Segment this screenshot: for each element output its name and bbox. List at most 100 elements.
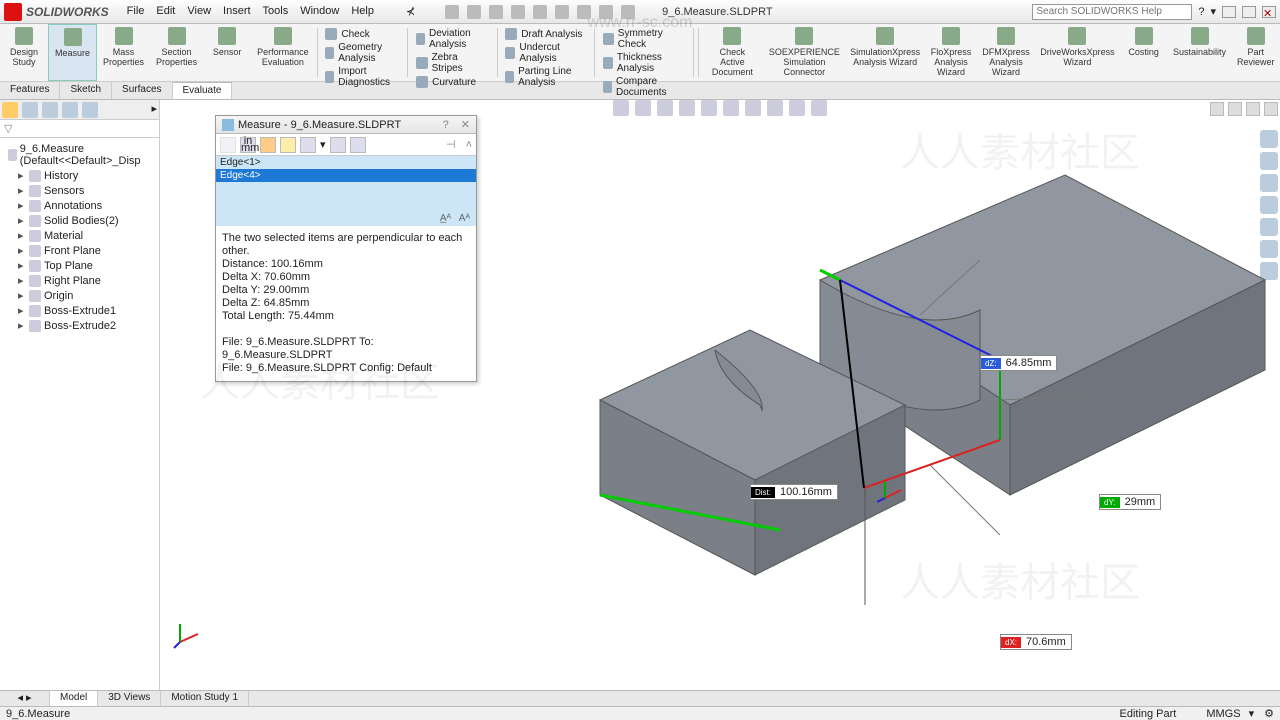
- tree-item[interactable]: ▸Right Plane: [2, 273, 157, 288]
- ribbon-icon: [505, 71, 514, 83]
- ribbon-costing-button[interactable]: Costing: [1120, 24, 1168, 81]
- ribbon-geometry-analysis-button[interactable]: Geometry Analysis: [325, 42, 399, 64]
- ribbon-parting-line-analysis-button[interactable]: Parting Line Analysis: [505, 66, 586, 88]
- tree-item[interactable]: ▸Sensors: [2, 183, 157, 198]
- panel-expand-icon[interactable]: ▸: [151, 102, 157, 117]
- help-icon[interactable]: ?: [1198, 6, 1204, 18]
- ribbon-dfmxpress-button[interactable]: DFMXpressAnalysisWizard: [977, 24, 1035, 81]
- selection-item[interactable]: Edge<4>: [216, 169, 476, 182]
- tree-item[interactable]: ▸Boss-Extrude1: [2, 303, 157, 318]
- pin-icon[interactable]: ⊣: [446, 138, 456, 151]
- ribbon-part-button[interactable]: PartReviewer: [1231, 24, 1280, 81]
- tab-motion-study[interactable]: Motion Study 1: [161, 691, 249, 706]
- tab-evaluate[interactable]: Evaluate: [173, 82, 233, 99]
- menu-window[interactable]: Window: [300, 5, 339, 18]
- ribbon-icon: [603, 57, 613, 69]
- xyz-icon[interactable]: [260, 137, 276, 153]
- home-icon[interactable]: [445, 5, 459, 19]
- tree-item[interactable]: ▸Annotations: [2, 198, 157, 213]
- history-icon[interactable]: [330, 137, 346, 153]
- status-gear-icon[interactable]: ⚙: [1264, 707, 1274, 720]
- arc-option-icon[interactable]: [220, 137, 236, 153]
- tab-surfaces[interactable]: Surfaces: [112, 82, 172, 99]
- tree-root[interactable]: 9_6.Measure (Default<<Default>_Disp: [2, 142, 157, 168]
- result-line: The two selected items are perpendicular…: [222, 232, 470, 258]
- measure-dialog-titlebar[interactable]: Measure - 9_6.Measure.SLDPRT ? ✕: [216, 116, 476, 134]
- ribbon-icon: [115, 27, 133, 45]
- ribbon-sensor-button[interactable]: Sensor: [203, 24, 251, 81]
- ribbon-section-button[interactable]: SectionProperties: [150, 24, 203, 81]
- menu-bar: File Edit View Insert Tools Window Help …: [127, 5, 416, 18]
- dimxpert-tab-icon[interactable]: [62, 102, 78, 118]
- close-button[interactable]: ✕: [1262, 6, 1276, 18]
- collapse-icon[interactable]: ˄: [466, 139, 472, 151]
- menu-insert[interactable]: Insert: [223, 5, 251, 18]
- menu-view[interactable]: View: [187, 5, 211, 18]
- ribbon-floxpress-button[interactable]: FloXpressAnalysisWizard: [925, 24, 977, 81]
- ribbon-check-button[interactable]: Check: [325, 28, 399, 40]
- menu-file[interactable]: File: [127, 5, 145, 18]
- open-icon[interactable]: [489, 5, 503, 19]
- dialog-close-icon[interactable]: ✕: [461, 118, 470, 131]
- ribbon-thickness-analysis-button[interactable]: Thickness Analysis: [603, 52, 685, 74]
- ribbon-driveworksxpress-button[interactable]: DriveWorksXpressWizard: [1035, 24, 1120, 81]
- ribbon-compare-documents-button[interactable]: Compare Documents: [603, 76, 685, 98]
- menu-help[interactable]: Help: [351, 5, 374, 18]
- sensor-create-icon[interactable]: [350, 137, 366, 153]
- ribbon-deviation-analysis-button[interactable]: Deviation Analysis: [416, 28, 488, 50]
- tab-scroll-icon[interactable]: ◂ ▸: [0, 691, 50, 706]
- undo-icon[interactable]: [555, 5, 569, 19]
- new-icon[interactable]: [467, 5, 481, 19]
- tree-item[interactable]: ▸Origin: [2, 288, 157, 303]
- ribbon-sustainability-button[interactable]: Sustainability: [1168, 24, 1232, 81]
- dropdown-icon[interactable]: ▾: [320, 138, 326, 151]
- maximize-button[interactable]: [1242, 6, 1256, 18]
- configuration-tab-icon[interactable]: [42, 102, 58, 118]
- save-icon[interactable]: [511, 5, 525, 19]
- ribbon-icon: [416, 57, 427, 69]
- tab-features[interactable]: Features: [0, 82, 60, 99]
- tree-item[interactable]: ▸Front Plane: [2, 243, 157, 258]
- ribbon-design-button[interactable]: DesignStudy: [0, 24, 48, 81]
- selection-item[interactable]: Edge<1>: [216, 156, 476, 169]
- feature-tree-tab-icon[interactable]: [2, 102, 18, 118]
- measure-dialog[interactable]: Measure - 9_6.Measure.SLDPRT ? ✕ inmm ▾ …: [215, 115, 477, 382]
- selection-list[interactable]: Edge<1> Edge<4>: [216, 156, 476, 226]
- tab-sketch[interactable]: Sketch: [60, 82, 112, 99]
- tree-item[interactable]: ▸History: [2, 168, 157, 183]
- ribbon-zebra-stripes-button[interactable]: Zebra Stripes: [416, 52, 488, 74]
- font-size-icon[interactable]: A̲ᴬ Aᴬ: [440, 212, 470, 225]
- tree-item[interactable]: ▸Solid Bodies(2): [2, 213, 157, 228]
- status-dropdown-icon[interactable]: ▾: [1249, 707, 1255, 720]
- dialog-help-icon[interactable]: ?: [443, 119, 449, 131]
- result-line: Distance: 100.16mm: [222, 258, 470, 271]
- tree-item[interactable]: ▸Boss-Extrude2: [2, 318, 157, 333]
- property-manager-tab-icon[interactable]: [22, 102, 38, 118]
- minimize-button[interactable]: [1222, 6, 1236, 18]
- tree-item[interactable]: ▸Material: [2, 228, 157, 243]
- ribbon-curvature-button[interactable]: Curvature: [416, 76, 488, 88]
- ribbon-icon: [416, 33, 425, 45]
- ribbon-mass-button[interactable]: MassProperties: [97, 24, 150, 81]
- ribbon-measure-button[interactable]: Measure: [48, 24, 97, 81]
- ribbon-draft-analysis-button[interactable]: Draft Analysis: [505, 28, 586, 40]
- help-dropdown-icon[interactable]: ▾: [1210, 5, 1216, 18]
- point-to-point-icon[interactable]: [280, 137, 296, 153]
- tab-model[interactable]: Model: [50, 691, 98, 706]
- ribbon-simulationxpress-button[interactable]: SimulationXpressAnalysis Wizard: [845, 24, 925, 81]
- ribbon-performance-button[interactable]: PerformanceEvaluation: [251, 24, 315, 81]
- menu-tools[interactable]: Tools: [263, 5, 289, 18]
- projected-icon[interactable]: [300, 137, 316, 153]
- filter-icon[interactable]: ▽: [4, 123, 12, 135]
- ribbon-check-active-button[interactable]: Check ActiveDocument: [701, 24, 764, 81]
- menu-edit[interactable]: Edit: [156, 5, 175, 18]
- display-tab-icon[interactable]: [82, 102, 98, 118]
- menu-pin-icon[interactable]: ⊀: [406, 5, 415, 18]
- tab-3dviews[interactable]: 3D Views: [98, 691, 161, 706]
- search-help-input[interactable]: [1032, 4, 1192, 20]
- units-button[interactable]: inmm: [240, 137, 256, 153]
- ribbon-undercut-analysis-button[interactable]: Undercut Analysis: [505, 42, 586, 64]
- print-icon[interactable]: [533, 5, 547, 19]
- tree-item[interactable]: ▸Top Plane: [2, 258, 157, 273]
- status-units[interactable]: MMGS: [1206, 708, 1240, 720]
